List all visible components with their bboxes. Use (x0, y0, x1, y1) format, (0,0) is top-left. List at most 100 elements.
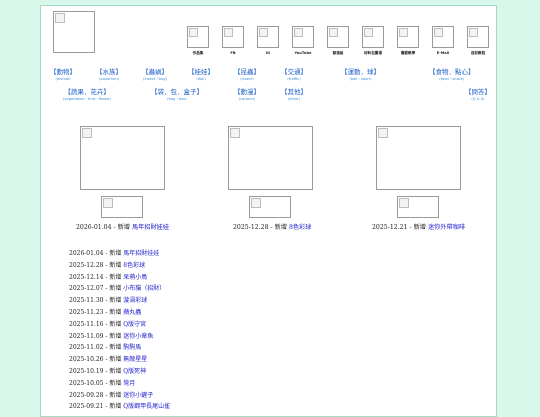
category-food[interactable]: 【食物．點心】 (food・snack) (429, 66, 475, 82)
update-date: 2025-10.19 (69, 367, 104, 375)
category-sub: (traffic) (287, 77, 301, 81)
category-label: 【娃娃】 (188, 68, 214, 76)
featured-thumb-2[interactable] (249, 196, 291, 218)
update-date: 2025-11.09 (69, 332, 104, 340)
category-vegetables[interactable]: 【蔬果．花卉】 (vegetables・fruit・flower) (63, 86, 111, 102)
update-date: 2025-09.28 (69, 391, 104, 399)
category-label: 【問答】 (465, 88, 491, 96)
top-icon-email[interactable]: E-Mail (430, 26, 456, 55)
category-sub: (food・snack) (439, 77, 465, 81)
category-sub: (other) (287, 97, 301, 101)
update-prefix: 新增 (109, 285, 122, 293)
facebook-icon (222, 26, 244, 48)
category-sub: (ball・sport) (349, 77, 372, 81)
portfolio-icon (187, 26, 209, 48)
featured-link[interactable]: 馬年招財娃娃 (132, 224, 169, 231)
tutorials-icon (467, 26, 489, 48)
top-icon-shop[interactable]: 材料包賣場 (360, 26, 386, 56)
category-insect[interactable]: 【昆蟲】 (insect) (234, 66, 260, 81)
category-insect-bug[interactable]: 【蟲蝸】 (insect / bug) (142, 66, 168, 81)
category-other[interactable]: 【其他】 (other) (281, 86, 307, 101)
update-prefix: 新增 (109, 250, 122, 257)
category-sub: (aquarium) (98, 77, 120, 81)
category-sport[interactable]: 【運動．球】 (ball・sport) (341, 66, 380, 82)
update-link[interactable]: 迷你小章魚 (123, 333, 153, 340)
update-link[interactable]: 小布貓（招財） (123, 285, 165, 292)
update-link[interactable]: 8色彩球 (123, 262, 145, 269)
featured-link[interactable]: 8色彩球 (289, 224, 312, 231)
list-item: 2025-09.21 - 新增 Q版鋼甲長尾山雀 (69, 403, 171, 411)
top-icon-blog[interactable]: 部落格 (325, 26, 351, 56)
category-label: 【蟲蝸】 (142, 68, 168, 76)
featured-thumb-3[interactable] (397, 196, 439, 218)
update-prefix: 新增 (109, 273, 122, 281)
top-icon-facebook[interactable]: FB (220, 26, 246, 55)
featured-date: 2025-12.28 (233, 224, 269, 231)
top-icon-label: FB (230, 51, 236, 55)
category-sub: (Q & A) (471, 97, 485, 101)
category-label: 【動物】 (50, 68, 76, 76)
category-qa[interactable]: 【問答】 (Q & A) (465, 86, 491, 101)
update-date: 2025-11.16 (69, 320, 104, 328)
category-sub: (animal) (55, 77, 71, 81)
category-traffic[interactable]: 【交通】 (traffic) (281, 66, 307, 81)
update-link[interactable]: Q版鋼甲長尾山雀 (123, 403, 170, 410)
update-prefix: 新增 (109, 391, 122, 399)
category-label: 【其他】 (281, 88, 307, 96)
category-animal[interactable]: 【動物】 (animal) (50, 66, 76, 81)
update-link[interactable]: Q版死神 (123, 368, 146, 375)
shop-icon (362, 26, 384, 48)
update-link[interactable]: 迷你小鏟子 (123, 392, 153, 399)
featured-link[interactable]: 迷你外帶咖啡 (428, 224, 465, 231)
list-item: 2025-09.28 - 新增 迷你小鏟子 (69, 391, 154, 399)
update-prefix: 新增 (109, 308, 122, 316)
email-icon (432, 26, 454, 48)
update-link[interactable]: 駒駒馬 (123, 344, 141, 351)
update-date: 2025-11.30 (69, 297, 104, 305)
update-link[interactable]: 彎月 (123, 380, 135, 387)
top-icon-youtube[interactable]: YouTube (290, 26, 316, 55)
top-icon-tutorials[interactable]: 目前教程 (465, 26, 491, 56)
page-container: 作品集 FB IG YouTube 部落格 材料包賣場 購買教學 E-Mail … (40, 5, 497, 417)
category-sub: (vegetables・fruit・flower) (63, 97, 112, 101)
category-cartoon[interactable]: 【動漫】 (cartoon) (234, 86, 260, 101)
category-sub: (insect) (240, 77, 254, 81)
category-sub: (insect / bug) (143, 77, 167, 81)
update-link[interactable]: 無敵星星 (123, 356, 147, 363)
list-item: 2025-11.09 - 新增 迷你小章魚 (69, 332, 154, 340)
update-link[interactable]: 蘋丸蟲 (123, 309, 141, 316)
featured-prefix: 新增 (117, 224, 130, 231)
featured-image-3[interactable] (376, 126, 461, 190)
update-link[interactable]: 漩渦彩球 (123, 297, 147, 304)
category-doll[interactable]: 【娃娃】 (doll) (188, 66, 214, 81)
update-link[interactable]: 呆萌小鳥 (123, 274, 147, 281)
featured-prefix: 新增 (413, 224, 426, 231)
update-list: 2026-01.04 - 新增 馬年招財娃娃 2025-12.28 - 新增 8… (69, 248, 170, 413)
update-date: 2025-09.21 (69, 403, 104, 411)
list-item: 2025-12.07 - 新增 小布貓（招財） (69, 285, 166, 293)
featured-date: 2025-12.21 (372, 224, 408, 231)
list-item: 2025-12.14 - 新增 呆萌小鳥 (69, 273, 148, 281)
top-icon-instagram[interactable]: IG (255, 26, 281, 55)
featured-thumb-1[interactable] (101, 196, 143, 218)
category-label: 【動漫】 (234, 88, 260, 96)
featured-image-1[interactable] (80, 126, 165, 190)
category-bag-box[interactable]: 【袋．包．盒子】 (bag・box) (151, 86, 203, 102)
list-item: 2025-11.16 - 新增 Q版守宮 (69, 320, 147, 328)
update-link[interactable]: Q版守宮 (123, 321, 146, 328)
category-aquarium[interactable]: 【水族】 (aquarium) (96, 66, 122, 81)
update-date: 2025-11.23 (69, 308, 104, 316)
top-icon-label: 部落格 (332, 51, 344, 55)
featured-image-2[interactable] (228, 126, 313, 190)
update-link[interactable]: 馬年招財娃娃 (123, 250, 159, 257)
update-date: 2026-01.04 (69, 250, 104, 257)
featured-caption-1: 2026-01.04 - 新增 馬年招財娃娃 (76, 224, 170, 231)
top-icon-purchase-guide[interactable]: 購買教學 (395, 26, 421, 56)
youtube-icon (292, 26, 314, 48)
featured-caption-3: 2025-12.21 - 新增 迷你外帶咖啡 (372, 224, 466, 231)
top-icon-portfolio[interactable]: 作品集 (185, 26, 211, 56)
category-sub: (bag・box) (167, 97, 187, 101)
site-logo[interactable] (53, 11, 95, 53)
update-date: 2025-10.05 (69, 379, 104, 387)
featured-date: 2026-01.04 (76, 224, 112, 231)
